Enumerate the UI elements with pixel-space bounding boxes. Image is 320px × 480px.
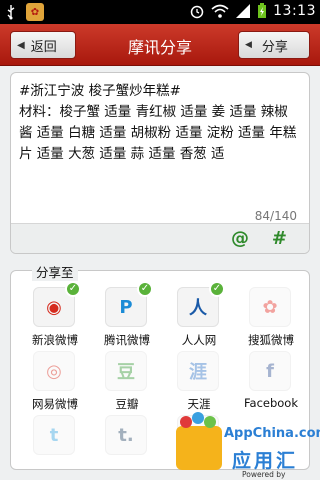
twitter-icon: t [33, 415, 75, 455]
character-counter: 84/140 [254, 209, 297, 223]
battery-charging-icon [258, 3, 267, 18]
share-button-label: 分享 [261, 39, 288, 55]
tumblr-icon: t. [105, 415, 147, 455]
alarm-icon [190, 5, 204, 19]
hashtag-button[interactable]: # [272, 228, 287, 249]
watermark-subtitle: 应用汇 [232, 450, 299, 472]
share-panel-title: 分享至 [32, 262, 78, 281]
share-target-netease-weibo[interactable]: ◎ 网易微博 [19, 351, 91, 413]
netease-weibo-icon: ◎ [33, 351, 75, 391]
share-target-tumblr[interactable]: t. [91, 415, 163, 469]
watermark-powered-by: Powered by MobCent [242, 470, 286, 480]
appchina-watermark: AppChina.com 应用汇 Powered by MobCent [176, 412, 320, 480]
tianya-icon: 涯 [177, 351, 219, 391]
share-target-facebook[interactable]: f Facebook [235, 351, 307, 413]
share-target-label: 搜狐微博 [248, 333, 294, 347]
share-target-label: Facebook [243, 396, 299, 410]
share-target-label: 腾讯微博 [104, 333, 150, 347]
share-text[interactable]: #浙江宁波 梭子蟹炒年糕# 材料：梭子蟹 适量 青红椒 适量 姜 适量 辣椒酱 … [19, 81, 301, 165]
checkmark-icon: ✓ [137, 281, 153, 297]
signal-icon [236, 4, 251, 18]
share-target-tencent-weibo[interactable]: P ✓ 腾讯微博 [91, 281, 163, 349]
share-target-renren[interactable]: 人 ✓ 人人网 [163, 281, 235, 349]
share-target-label: 豆瓣 [115, 397, 139, 411]
share-target-douban[interactable]: 豆豆瓣 [91, 351, 163, 413]
app-notification-icon: ✿ [26, 3, 44, 21]
appchina-logo [176, 426, 222, 470]
checkmark-icon: ✓ [65, 281, 81, 297]
share-target-label: 新浪微博 [32, 333, 78, 347]
facebook-icon: f [249, 351, 291, 391]
share-target-label: 人人网 [181, 333, 217, 347]
douban-icon: 豆 [105, 351, 147, 391]
wifi-icon [211, 4, 229, 18]
sohu-weibo-icon: ✿ [249, 287, 291, 327]
share-target-label: 网易微博 [32, 397, 78, 411]
usb-icon [7, 5, 15, 20]
share-button[interactable]: ◀ 分享 [238, 31, 310, 59]
share-target-twitter[interactable]: t [19, 415, 91, 469]
editor-toolbar: @ # [11, 223, 309, 253]
share-target-sohu-weibo[interactable]: ✿ 搜狐微博 [235, 287, 307, 349]
chevron-left-icon: ◀ [245, 40, 252, 50]
share-text-editor[interactable]: #浙江宁波 梭子蟹炒年糕# 材料：梭子蟹 适量 青红椒 适量 姜 适量 辣椒酱 … [10, 72, 310, 254]
share-target-sina-weibo[interactable]: ◉ ✓ 新浪微博 [19, 281, 91, 349]
watermark-title: AppChina.com [224, 426, 320, 441]
share-target-tianya[interactable]: 涯天涯 [163, 351, 235, 413]
share-target-label: 天涯 [187, 397, 211, 411]
status-bar: ✿ 13:13 [0, 0, 320, 24]
mention-button[interactable]: @ [231, 228, 249, 249]
status-time: 13:13 [273, 3, 316, 19]
title-bar: ◀ 返回 摩讯分享 ◀ 分享 [0, 24, 320, 66]
checkmark-icon: ✓ [209, 281, 225, 297]
